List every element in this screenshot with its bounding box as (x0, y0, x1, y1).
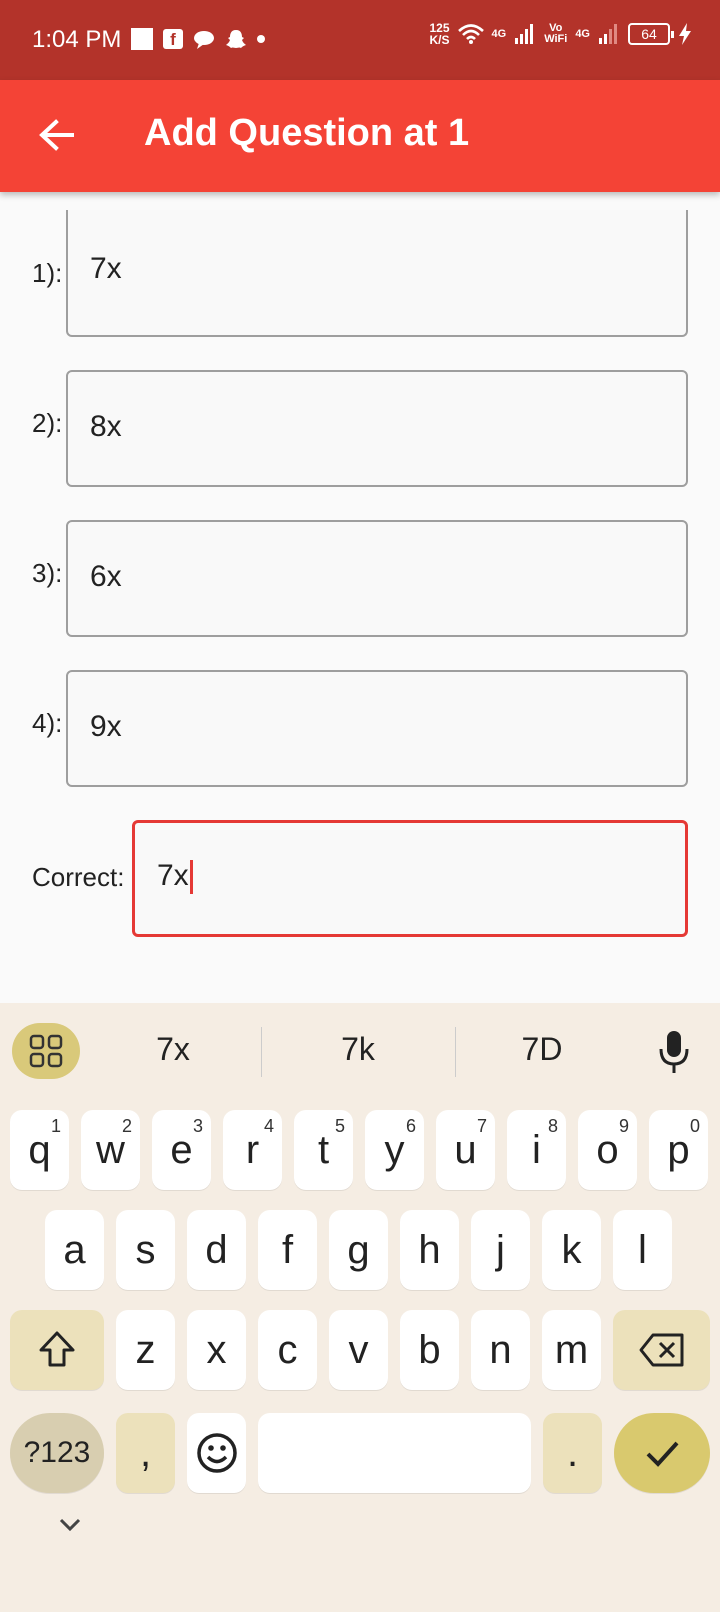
suggestion-2[interactable]: 7k (298, 1031, 418, 1068)
soft-keyboard: 7x 7k 7D q1 w2 e3 r4 t5 y6 u7 i8 o9 p0 a… (0, 1003, 720, 1612)
option-value: 9x (90, 710, 122, 743)
key-f[interactable]: f (258, 1210, 317, 1290)
suggestion-3[interactable]: 7D (482, 1031, 602, 1068)
voice-input-button[interactable] (652, 1027, 696, 1077)
snapchat-icon (226, 30, 246, 48)
key-v[interactable]: v (329, 1310, 388, 1390)
grid-apps-icon (29, 1034, 63, 1068)
period-key[interactable]: . (543, 1413, 602, 1493)
key-i[interactable]: i8 (507, 1110, 566, 1190)
space-key[interactable] (258, 1413, 531, 1493)
option-4-input[interactable]: 9x (66, 670, 688, 787)
suggestion-divider (261, 1027, 262, 1077)
key-b[interactable]: b (400, 1310, 459, 1390)
system-indicators: 125 K/S 4G Vo WiFi 4G 64 (429, 22, 692, 46)
more-notifications-dot (257, 35, 265, 43)
key-n[interactable]: n (471, 1310, 530, 1390)
notification-icons: f (131, 28, 265, 50)
network-type-2: 4G (575, 28, 590, 40)
option-label: 4): (32, 708, 63, 738)
key-l[interactable]: l (613, 1210, 672, 1290)
keyboard-apps-button[interactable] (12, 1023, 80, 1079)
emoji-icon (196, 1433, 237, 1473)
wifi-icon (457, 24, 484, 44)
net-speed: 125 K/S (429, 21, 450, 47)
key-p[interactable]: p0 (649, 1110, 708, 1190)
hide-keyboard-button[interactable] (52, 1507, 88, 1543)
option-label: 3): (32, 558, 63, 588)
key-r[interactable]: r4 (223, 1110, 282, 1190)
key-z[interactable]: z (116, 1310, 175, 1390)
key-s[interactable]: s (116, 1210, 175, 1290)
emoji-key[interactable] (187, 1413, 246, 1493)
facebook-icon: f (163, 29, 183, 49)
option-value: 6x (90, 560, 122, 593)
key-d[interactable]: d (187, 1210, 246, 1290)
key-a[interactable]: a (45, 1210, 104, 1290)
status-time: 1:04 PM (32, 26, 122, 53)
chevron-down-icon (59, 1518, 81, 1532)
battery-icon: 64 (628, 23, 674, 45)
signal-strength-2-icon (599, 24, 617, 44)
key-g[interactable]: g (329, 1210, 388, 1290)
key-u[interactable]: u7 (436, 1110, 495, 1190)
status-bar: 1:04 PM f 125 K/S 4G Vo WiFi 4G 64 (0, 0, 720, 80)
key-m[interactable]: m (542, 1310, 601, 1390)
backspace-key[interactable] (613, 1310, 710, 1390)
app-bar: Add Question at 1 (0, 80, 720, 192)
shift-arrow-icon (39, 1331, 75, 1367)
key-w[interactable]: w2 (81, 1110, 140, 1190)
correct-value: 7x (157, 859, 193, 895)
done-key[interactable] (614, 1413, 710, 1493)
comma-key[interactable]: , (116, 1413, 175, 1493)
option-label: 1): (32, 258, 63, 288)
option-3-input[interactable]: 6x (66, 520, 688, 637)
suggestion-1[interactable]: 7x (113, 1031, 233, 1068)
key-t[interactable]: t5 (294, 1110, 353, 1190)
suggestion-divider (455, 1027, 456, 1077)
shift-key[interactable] (10, 1310, 104, 1390)
text-cursor (189, 860, 193, 895)
page-title: Add Question at 1 (144, 112, 470, 154)
key-y[interactable]: y6 (365, 1110, 424, 1190)
checkmark-icon (646, 1441, 679, 1467)
correct-answer-input[interactable]: 7x (132, 820, 688, 937)
suggestion-bar: 7x 7k 7D (0, 1003, 720, 1099)
key-h[interactable]: h (400, 1210, 459, 1290)
key-o[interactable]: o9 (578, 1110, 637, 1190)
key-q[interactable]: q1 (10, 1110, 69, 1190)
option-value: 7x (90, 252, 122, 285)
option-value: 8x (90, 410, 122, 443)
back-button[interactable] (28, 108, 84, 164)
charging-bolt-icon (679, 23, 691, 45)
chat-bubble-icon (194, 31, 214, 49)
option-1-input[interactable]: 7x (66, 210, 688, 337)
option-2-input[interactable]: 8x (66, 370, 688, 487)
symbols-key[interactable]: ?123 (10, 1413, 104, 1493)
microphone-icon (659, 1031, 689, 1073)
signal-strength-icon (515, 24, 534, 44)
key-k[interactable]: k (542, 1210, 601, 1290)
key-x[interactable]: x (187, 1310, 246, 1390)
arrow-back-icon (39, 119, 74, 151)
volte-wifi-indicator: Vo WiFi (544, 22, 568, 45)
option-label: 2): (32, 408, 63, 438)
key-j[interactable]: j (471, 1210, 530, 1290)
network-type-1: 4G (491, 28, 507, 40)
correct-label: Correct: (32, 862, 125, 892)
backspace-icon (639, 1333, 683, 1367)
key-e[interactable]: e3 (152, 1110, 211, 1190)
key-c[interactable]: c (258, 1310, 317, 1390)
gallery-notification-icon (131, 28, 153, 50)
